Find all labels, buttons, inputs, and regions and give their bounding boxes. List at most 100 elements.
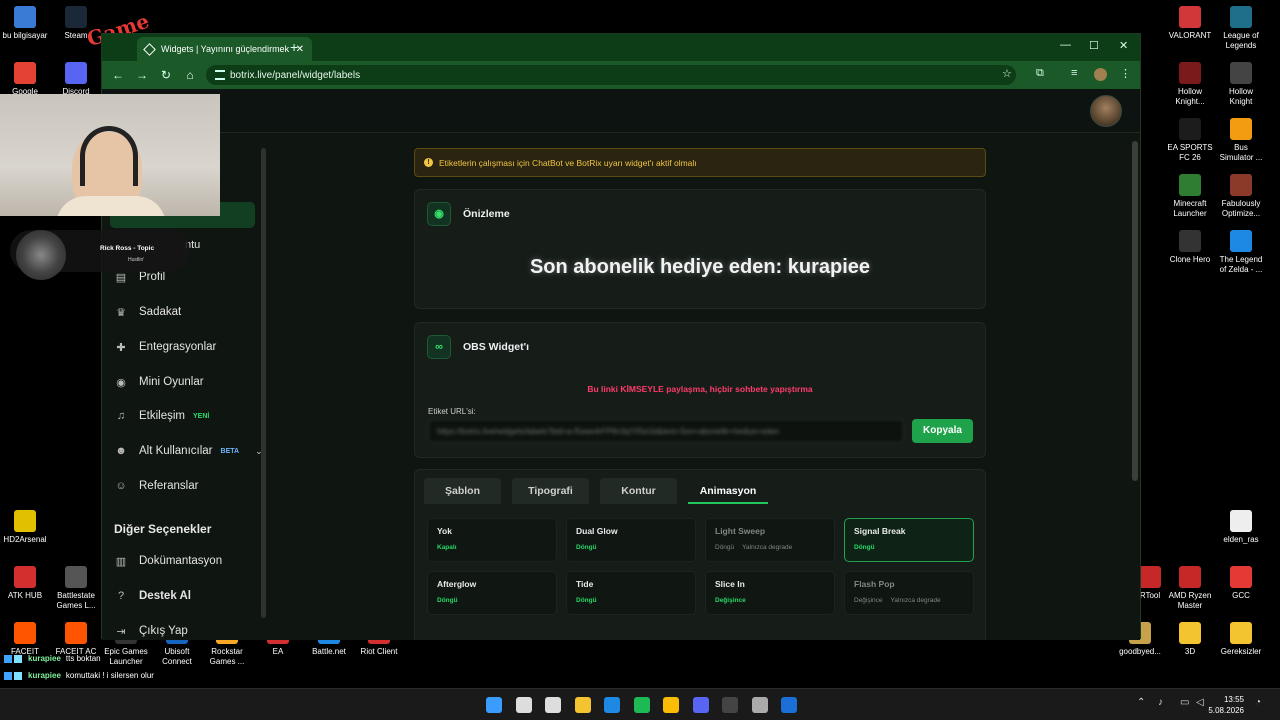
desktop-shortcut[interactable]: ATK HUB <box>0 566 53 601</box>
desktop-shortcut[interactable]: Hollow Knight <box>1213 62 1269 107</box>
bookmark-star-icon[interactable]: ☆ <box>1002 67 1012 80</box>
shortcut-label: bu bilgisayar <box>2 31 48 40</box>
desktop-shortcut[interactable]: Hollow Knight... <box>1162 62 1218 107</box>
sidebar-other-item[interactable]: ⇥ Çıkış Yap <box>114 625 187 638</box>
forward-icon[interactable]: → <box>130 68 154 82</box>
maximize-button[interactable]: ☐ <box>1089 39 1099 52</box>
media-controls-icon[interactable]: ≡ <box>1071 67 1077 79</box>
animation-option[interactable]: Tide Döngü <box>566 571 696 615</box>
settings-tab[interactable]: Animasyon <box>688 478 768 504</box>
back-icon[interactable]: ← <box>106 68 130 82</box>
search-icon[interactable] <box>515 697 532 713</box>
steam-client-icon[interactable] <box>781 697 797 713</box>
browser-window: Widgets | Yayınını güçlendirmek ✕ + — ☐ … <box>101 33 1141 640</box>
app-icon <box>65 566 87 588</box>
desktop-shortcut[interactable]: Discord <box>48 62 104 97</box>
desktop-shortcut[interactable]: GCC <box>1213 566 1269 601</box>
close-window-button[interactable]: ✕ <box>1119 39 1128 52</box>
sidebar-item[interactable]: ◉ Mini Oyunlar <box>114 376 204 389</box>
app-icon <box>1179 6 1201 28</box>
animation-option[interactable]: Yok Kapalı <box>427 518 557 562</box>
tray-overflow-icon[interactable]: ⌃ <box>1137 697 1145 708</box>
chat-badge-icon <box>14 671 22 680</box>
desktop-shortcut[interactable]: Battlestate Games L... <box>48 566 104 611</box>
app-icon <box>1139 566 1161 588</box>
desktop-shortcut[interactable]: 3D <box>1162 622 1218 657</box>
settings-tab[interactable]: Tipografi <box>512 478 589 504</box>
animation-option[interactable]: Light Sweep Döngü Yalnızca degrade <box>705 518 835 562</box>
sidebar-item[interactable]: ☺ Referanslar <box>114 480 198 492</box>
address-bar[interactable]: botrix.live/panel/widget/labels <box>206 65 1016 85</box>
sidebar-item-label: Mini Oyunlar <box>139 376 204 388</box>
page-scrollbar[interactable] <box>1132 141 1138 481</box>
shortcut-label: Hollow Knight... <box>1175 87 1205 106</box>
user-avatar[interactable] <box>1090 95 1122 127</box>
animation-option[interactable]: Dual Glow Döngü <box>566 518 696 562</box>
browser-tab[interactable]: Widgets | Yayınını güçlendirmek ✕ <box>137 37 312 61</box>
sidebar-item[interactable]: ▤ Profil <box>114 271 165 284</box>
sidebar-item[interactable]: ♫ Etkileşim YENİ <box>114 410 209 422</box>
steam-icon[interactable] <box>751 697 768 713</box>
settings-tab[interactable]: Kontur <box>600 478 677 504</box>
desktop-shortcut[interactable]: Minecraft Launcher <box>1162 174 1218 219</box>
shortcut-label: Ubisoft Connect <box>162 647 192 666</box>
home-icon[interactable]: ⌂ <box>178 68 202 82</box>
obs-icon[interactable] <box>722 697 738 713</box>
animation-name: Flash Pop <box>854 579 895 589</box>
copy-button[interactable]: Kopyala <box>912 419 973 443</box>
sidebar-other-item[interactable]: ? Destek Al <box>114 590 191 602</box>
animation-option[interactable]: Afterglow Döngü <box>427 571 557 615</box>
url-label: Etiket URL'si: <box>428 407 476 416</box>
desktop-shortcut[interactable]: VALORANT <box>1162 6 1218 41</box>
minimize-button[interactable]: — <box>1060 39 1071 51</box>
new-tab-button[interactable]: + <box>290 39 298 55</box>
start-icon[interactable] <box>486 697 502 713</box>
sidebar-item[interactable]: ♛ Sadakat <box>114 306 181 319</box>
animation-option[interactable]: Slice In Değişince <box>705 571 835 615</box>
system-clock[interactable]: 13:55 5.08.2026 <box>1208 694 1244 716</box>
animation-option[interactable]: Flash Pop Değişince Yalnızca degrade <box>844 571 974 615</box>
animation-option[interactable]: Signal Break Döngü <box>844 518 974 562</box>
desktop-shortcut[interactable]: AMD Ryzen Master <box>1162 566 1218 611</box>
desktop-shortcut[interactable]: Google <box>0 62 53 97</box>
desktop-shortcut[interactable]: FACEIT AC <box>48 622 104 657</box>
sidebar-item[interactable]: ✚ Entegrasyonlar <box>114 341 216 354</box>
sidebar-other-item[interactable]: ▥ Dokümantasyon <box>114 555 222 568</box>
desktop-shortcut[interactable]: bu bilgisayar <box>0 6 53 41</box>
desktop-shortcut[interactable]: FACEIT <box>0 622 53 657</box>
sidebar-item[interactable]: ☻ Alt Kullanıcılar BETA ⌄ <box>114 445 263 457</box>
profile-avatar[interactable] <box>1094 68 1107 81</box>
chrome-icon[interactable] <box>663 697 679 713</box>
desktop-shortcut[interactable]: League of Legends <box>1213 6 1269 51</box>
folder-icon[interactable] <box>574 697 591 713</box>
browser-menu-icon[interactable]: ⋮ <box>1120 67 1131 80</box>
animation-tag: Değişince <box>715 597 746 604</box>
desktop-shortcut[interactable]: Gereksizler <box>1213 622 1269 657</box>
sidebar-scrollbar[interactable] <box>261 148 266 618</box>
reload-icon[interactable]: ↻ <box>154 68 178 82</box>
desktop-shortcut[interactable]: HD2Arsenal <box>0 510 53 545</box>
mail-icon[interactable] <box>604 697 620 713</box>
volume-icon[interactable]: ◁ <box>1196 697 1204 708</box>
store-icon[interactable] <box>545 697 561 713</box>
desktop-shortcut[interactable]: elden_ras <box>1213 510 1269 545</box>
site-info-icon[interactable] <box>215 70 225 80</box>
desktop-shortcut[interactable]: The Legend of Zelda - ... <box>1213 230 1269 275</box>
notification-bell-icon[interactable]: ◔ <box>1255 697 1261 708</box>
widget-url-field[interactable]: https://botrix.live/widgets/labels?bid=a… <box>428 419 904 443</box>
settings-tab[interactable]: Şablon <box>424 478 501 504</box>
spotify-icon[interactable] <box>633 697 650 713</box>
chevron-down-icon[interactable]: ⌄ <box>255 446 263 457</box>
desktop-shortcut[interactable]: Bus Simulator ... <box>1213 118 1269 163</box>
clock-date: 5.08.2026 <box>1208 706 1244 715</box>
desktop-shortcut[interactable]: EA SPORTS FC 26 <box>1162 118 1218 163</box>
desktop-shortcut[interactable]: Clone Hero <box>1162 230 1218 265</box>
microphone-icon[interactable]: ♪ <box>1158 697 1163 708</box>
user-plus-icon: ☺ <box>115 480 127 492</box>
shortcut-label: Rockstar Games ... <box>209 647 245 666</box>
network-icon[interactable]: ▭ <box>1180 697 1189 708</box>
discord-icon[interactable] <box>692 697 709 713</box>
animation-name: Dual Glow <box>576 526 618 536</box>
desktop-shortcut[interactable]: Fabulously Optimize... <box>1213 174 1269 219</box>
extensions-icon[interactable]: ⧉ <box>1036 67 1044 80</box>
